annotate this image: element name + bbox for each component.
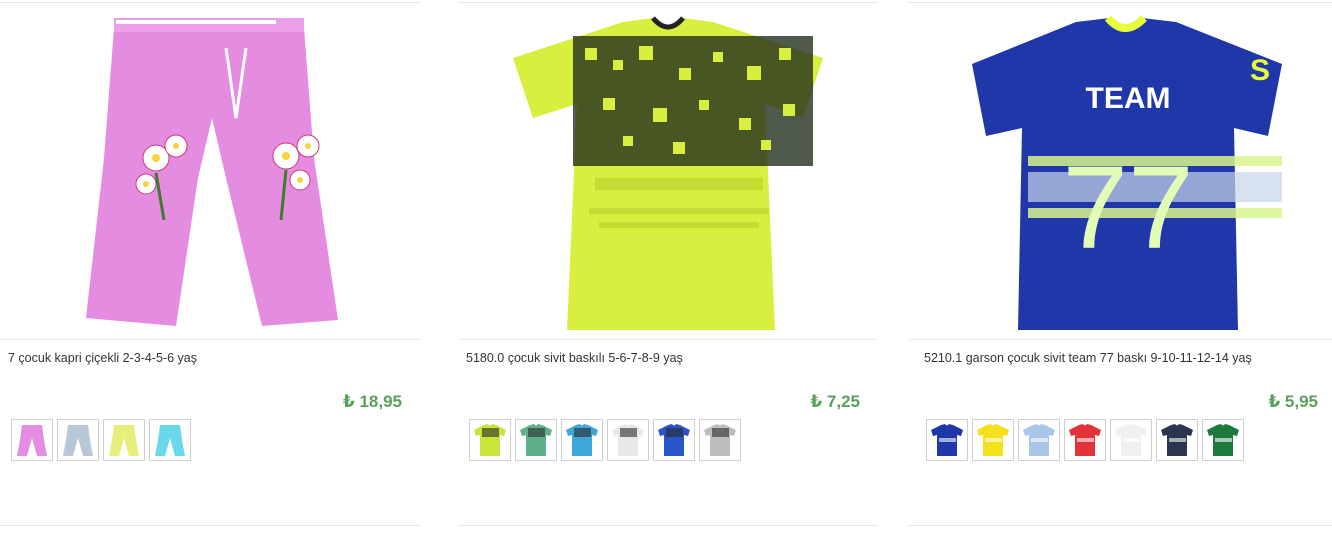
color-swatch[interactable]	[103, 419, 145, 461]
white-tshirt-swatch	[612, 424, 644, 456]
yellow-capri-swatch	[109, 425, 139, 456]
divider	[908, 2, 1332, 3]
pink-capri-swatch	[17, 425, 47, 456]
product-title[interactable]: 5210.1 garson çocuk sivit team 77 baskı …	[924, 351, 1252, 365]
color-swatch[interactable]	[1064, 419, 1106, 461]
dark-navy-team-swatch	[1161, 424, 1193, 456]
grey-tshirt-swatch	[704, 424, 736, 456]
royal-blue-tshirt-swatch	[658, 424, 690, 456]
product-card: TEAM 77 S 5210.1 garson çocuk sivit team…	[908, 0, 1332, 536]
navy-team77-tshirt-image: TEAM 77 S	[972, 15, 1282, 330]
grey-capri-swatch	[63, 425, 93, 456]
color-swatch[interactable]	[699, 419, 741, 461]
product-image-link[interactable]: TEAM 77 S	[908, 8, 1332, 336]
product-image-link[interactable]	[458, 8, 878, 336]
color-swatch[interactable]	[972, 419, 1014, 461]
color-variants	[469, 419, 741, 461]
divider	[908, 339, 1332, 340]
blue-tshirt-swatch	[566, 424, 598, 456]
divider	[0, 339, 421, 340]
divider	[0, 2, 421, 3]
white-team-swatch	[1115, 424, 1147, 456]
product-price: ₺ 5,95	[1268, 392, 1318, 411]
color-swatch[interactable]	[515, 419, 557, 461]
color-swatch[interactable]	[11, 419, 53, 461]
svg-text:77: 77	[1062, 142, 1193, 274]
product-image-link[interactable]	[0, 8, 421, 336]
divider	[908, 525, 1332, 526]
color-swatch[interactable]	[149, 419, 191, 461]
color-variants	[11, 419, 191, 461]
product-price: ₺ 18,95	[342, 392, 402, 411]
product-title[interactable]: 5180.0 çocuk sivit baskılı 5-6-7-8-9 yaş	[466, 351, 683, 365]
light-blue-team-swatch	[1023, 424, 1055, 456]
divider	[458, 525, 878, 526]
color-swatch[interactable]	[561, 419, 603, 461]
product-card: 5180.0 çocuk sivit baskılı 5-6-7-8-9 yaş…	[458, 0, 878, 536]
yellow-team-swatch	[977, 424, 1009, 456]
product-card: 7 çocuk kapri çiçekli 2-3-4-5-6 yaş ₺ 18…	[0, 0, 421, 536]
product-title[interactable]: 7 çocuk kapri çiçekli 2-3-4-5-6 yaş	[8, 351, 197, 365]
color-swatch[interactable]	[607, 419, 649, 461]
color-swatch[interactable]	[926, 419, 968, 461]
color-swatch[interactable]	[469, 419, 511, 461]
svg-text:S: S	[1250, 54, 1270, 87]
green-tshirt-swatch	[520, 424, 552, 456]
pink-capri-pants-image	[85, 18, 338, 326]
color-swatch[interactable]	[1110, 419, 1152, 461]
divider	[458, 2, 878, 3]
divider	[458, 339, 878, 340]
color-swatch[interactable]	[1018, 419, 1060, 461]
color-variants	[926, 419, 1244, 461]
lime-tshirt-image	[513, 16, 823, 330]
divider	[0, 525, 421, 526]
turquoise-capri-swatch	[155, 425, 185, 456]
color-swatch[interactable]	[653, 419, 695, 461]
color-swatch[interactable]	[1202, 419, 1244, 461]
navy-team-swatch	[931, 424, 963, 456]
color-swatch[interactable]	[57, 419, 99, 461]
svg-text:TEAM: TEAM	[1086, 82, 1171, 115]
green-team-swatch	[1207, 424, 1239, 456]
color-swatch[interactable]	[1156, 419, 1198, 461]
lime-tshirt-swatch	[474, 424, 506, 456]
red-team-swatch	[1069, 424, 1101, 456]
product-price: ₺ 7,25	[810, 392, 860, 411]
